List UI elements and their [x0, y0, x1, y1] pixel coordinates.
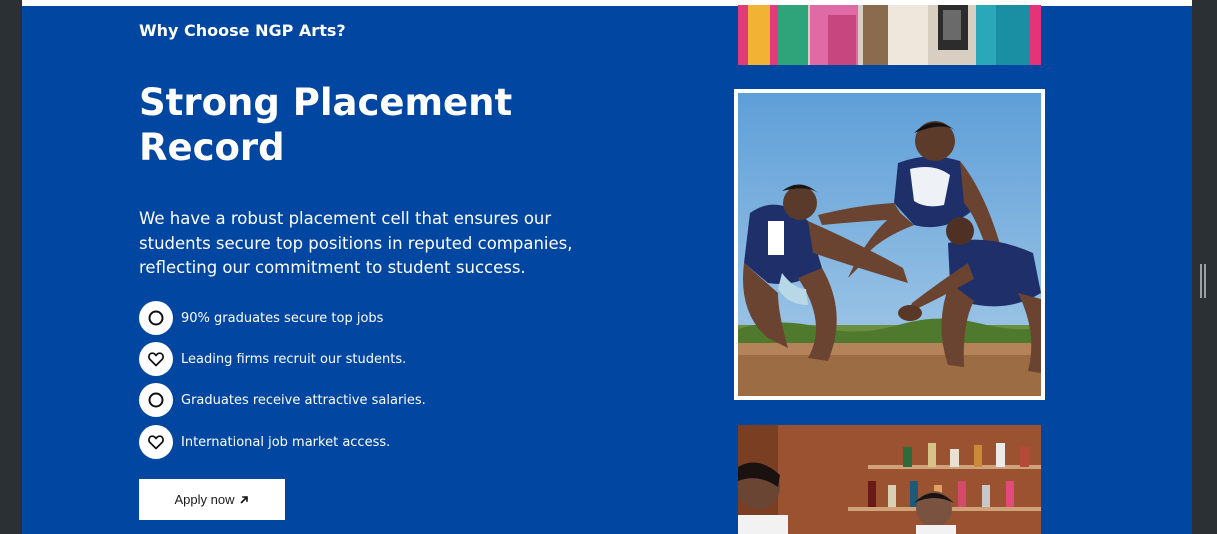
heart-icon [139, 425, 173, 459]
window-frame-left [0, 0, 22, 534]
students-in-colorful-attire-photo [738, 5, 1041, 65]
hospitality-students-bar-photo [738, 425, 1041, 534]
section-headline: Strong Placement Record [139, 81, 513, 169]
placement-section: Why Choose NGP Arts? Strong Placement Re… [22, 0, 1192, 534]
feature-item: International job market access. [139, 425, 559, 459]
feature-item: 90% graduates secure top jobs [139, 301, 559, 335]
feature-label: Leading firms recruit our students. [181, 351, 407, 367]
feature-item: Graduates receive attractive salaries. [139, 383, 559, 417]
section-eyebrow: Why Choose NGP Arts? [139, 21, 346, 40]
circle-icon [139, 383, 173, 417]
feature-item: Leading firms recruit our students. [139, 342, 559, 376]
circle-icon [139, 301, 173, 335]
section-description: We have a robust placement cell that ens… [139, 209, 573, 277]
resize-handle[interactable] [1200, 264, 1208, 298]
kabaddi-players-photo [734, 89, 1045, 400]
arrow-up-right-icon [240, 495, 249, 504]
heart-icon [139, 342, 173, 376]
feature-label: 90% graduates secure top jobs [181, 310, 384, 326]
feature-label: International job market access. [181, 434, 391, 450]
apply-now-button[interactable]: Apply now [139, 479, 285, 520]
apply-now-label: Apply now [174, 492, 235, 507]
feature-label: Graduates receive attractive salaries. [181, 392, 426, 408]
